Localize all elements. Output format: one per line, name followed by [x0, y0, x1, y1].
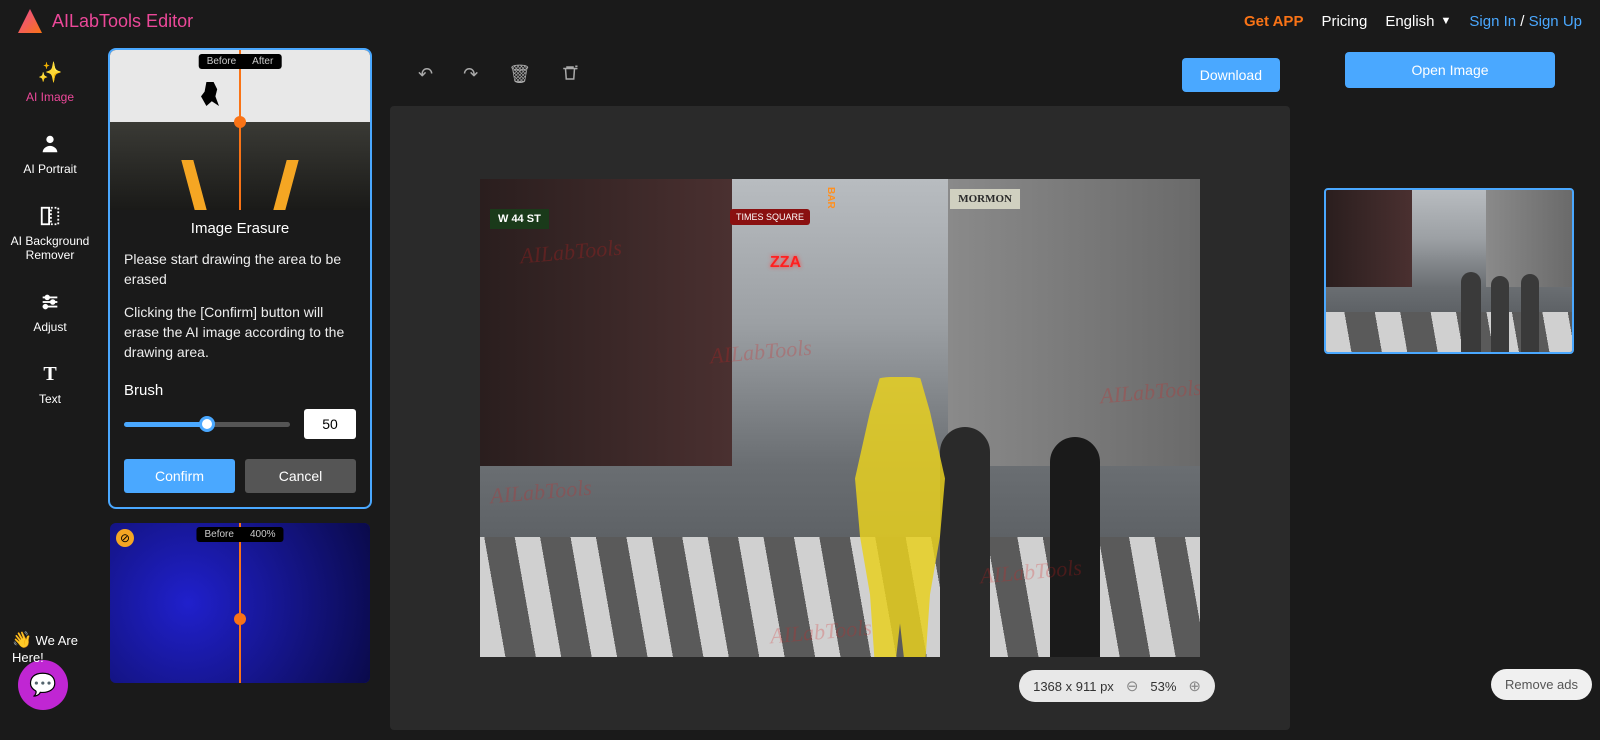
tool-title: Image Erasure: [110, 210, 370, 243]
sidebar-item-bg-remover[interactable]: AI Background Remover: [5, 204, 95, 262]
canvas-viewport[interactable]: W 44 ST TIMES SQUARE ZZA BAR MORMON AILa…: [390, 106, 1290, 730]
wave-icon: 👋: [12, 632, 32, 649]
sidebar-label: Text: [39, 392, 61, 406]
zoom-control: 1368 x 911 px ⊖ 53% ⊕: [1019, 670, 1215, 702]
brush-control: [110, 403, 370, 445]
tool-desc-2: Clicking the [Confirm] button will erase…: [110, 296, 370, 369]
sidebar-item-adjust[interactable]: Adjust: [5, 290, 95, 334]
sidebar-item-ai-portrait[interactable]: AI Portrait: [5, 132, 95, 176]
street-sign: W 44 ST: [490, 209, 549, 229]
sidebar-item-text[interactable]: T Text: [5, 362, 95, 406]
zoom-out-icon[interactable]: ⊖: [1126, 677, 1139, 695]
scissors-icon: [38, 204, 62, 228]
text-icon: T: [38, 362, 62, 386]
zoom-percent: 53%: [1150, 679, 1176, 694]
redo-icon[interactable]: ↷: [463, 64, 478, 87]
brand[interactable]: AILabTools Editor: [18, 9, 193, 33]
tool-preview[interactable]: Before After: [110, 50, 370, 210]
sign-up-link[interactable]: Sign Up: [1529, 13, 1582, 30]
tool-panel: Before After Image Erasure Please start …: [100, 42, 380, 740]
confirm-button[interactable]: Confirm: [124, 459, 235, 493]
logo-icon: [18, 9, 42, 33]
compare-handle-icon[interactable]: [234, 116, 246, 128]
separator: /: [1520, 13, 1524, 30]
tool-card-secondary[interactable]: ⊘ Before 400%: [108, 521, 372, 685]
times-square-sign: TIMES SQUARE: [730, 209, 810, 225]
get-app-link[interactable]: Get APP: [1244, 13, 1303, 30]
pizza-sign: ZZA: [770, 254, 801, 272]
delete-all-icon[interactable]: [561, 64, 579, 87]
sidebar-item-ai-image[interactable]: ✨ AI Image: [5, 60, 95, 104]
chat-bubble-icon[interactable]: 💬: [18, 660, 68, 710]
zoom-in-icon[interactable]: ⊕: [1188, 677, 1201, 695]
thumbnail-list: [1324, 188, 1576, 354]
open-image-button[interactable]: Open Image: [1345, 52, 1555, 88]
canvas-area: ↶ ↷ 🗑 Download W 44 ST TIMES SQUARE ZZA …: [380, 42, 1300, 740]
sidebar-label: AI Image: [26, 90, 74, 104]
language-label: English: [1385, 13, 1434, 30]
delete-icon[interactable]: 🗑: [508, 64, 531, 87]
header-nav: Get APP Pricing English ▼ Sign In / Sign…: [1244, 13, 1582, 30]
chevron-down-icon: ▼: [1441, 15, 1452, 27]
download-button[interactable]: Download: [1182, 58, 1280, 92]
tool-desc-1: Please start drawing the area to be eras…: [110, 243, 370, 296]
marquee-sign: MORMON: [950, 189, 1020, 209]
brush-value-input[interactable]: [304, 409, 356, 439]
canvas-toolbar: ↶ ↷ 🗑 Download: [390, 52, 1290, 106]
before-label: Before: [196, 527, 241, 542]
main-layout: ✨ AI Image AI Portrait AI Background Rem…: [0, 42, 1600, 740]
cancel-button[interactable]: Cancel: [245, 459, 356, 493]
slider-thumb[interactable]: [199, 416, 215, 432]
thumbnail-item[interactable]: [1324, 188, 1574, 354]
chat-widget[interactable]: 👋 We Are Here! 💬: [18, 660, 68, 710]
right-panel: Open Image: [1300, 42, 1600, 740]
sidebar-label: Adjust: [33, 320, 66, 334]
app-header: AILabTools Editor Get APP Pricing Englis…: [0, 0, 1600, 42]
remove-ads-button[interactable]: Remove ads: [1491, 669, 1592, 700]
bar-sign: BAR: [825, 187, 836, 209]
sliders-icon: [38, 290, 62, 314]
brush-slider[interactable]: [124, 422, 290, 427]
chat-greeting: 👋 We Are Here!: [12, 630, 112, 665]
before-label: Before: [199, 54, 244, 69]
image-dimensions: 1368 x 911 px: [1033, 679, 1114, 694]
pricing-link[interactable]: Pricing: [1321, 13, 1367, 30]
sidebar-label: AI Background Remover: [5, 234, 95, 262]
sidebar-label: AI Portrait: [23, 162, 76, 176]
brand-name: AILabTools Editor: [52, 11, 193, 32]
undo-icon[interactable]: ↶: [418, 64, 433, 87]
sign-in-link[interactable]: Sign In: [1469, 13, 1516, 30]
canvas-image[interactable]: W 44 ST TIMES SQUARE ZZA BAR MORMON AILa…: [480, 179, 1200, 657]
brush-label: Brush: [110, 368, 370, 403]
after-label: After: [244, 54, 281, 69]
compare-handle-icon[interactable]: [234, 613, 246, 625]
language-selector[interactable]: English ▼: [1385, 13, 1451, 30]
tool-card-image-erasure: Before After Image Erasure Please start …: [108, 48, 372, 509]
zoom-label: 400%: [242, 527, 284, 542]
person-icon: [38, 132, 62, 156]
sparkle-icon: ✨: [38, 60, 62, 84]
